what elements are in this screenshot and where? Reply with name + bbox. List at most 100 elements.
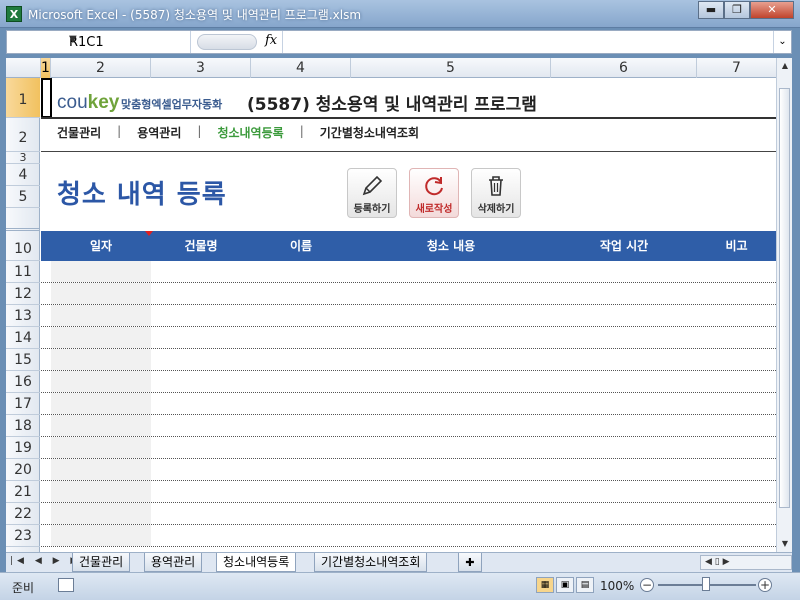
row-header[interactable]: 13 [6,305,40,327]
nav-item-buildings[interactable]: 건물관리 [41,124,117,146]
nav-item-services[interactable]: 용역관리 [121,124,197,146]
row-header[interactable]: 1 [6,78,40,118]
row-header[interactable]: 4 [6,164,40,186]
row-header[interactable]: 19 [6,437,40,459]
column-header[interactable]: 4 [251,58,351,78]
row-header[interactable]: 22 [6,503,40,525]
row-header[interactable]: 11 [6,261,40,283]
formula-bar: R1C1 ▼ fx ⌄ [6,30,792,54]
column-header[interactable]: 5 [351,58,551,78]
select-all-corner[interactable] [6,58,41,78]
normal-view-icon[interactable]: ▦ [536,577,554,593]
row-header[interactable]: 17 [6,393,40,415]
table-row[interactable] [41,371,776,393]
nav-item-period-lookup[interactable]: 기간별청소내역조회 [304,124,435,146]
sheet-tab-period-lookup[interactable]: 기간별청소내역조회 [314,553,428,572]
column-header[interactable]: 2 [51,58,151,78]
active-cell[interactable] [41,78,52,118]
name-box[interactable]: R1C1 ▼ [7,31,191,53]
table-row[interactable] [41,481,776,503]
sheet-tab-services[interactable]: 용역관리 [144,553,203,572]
row-header[interactable]: 3 [6,152,40,164]
row-header[interactable]: 20 [6,459,40,481]
close-button[interactable]: ✕ [750,1,794,19]
row-header[interactable]: 12 [6,283,40,305]
delete-button[interactable]: 삭제하기 [471,168,521,218]
restore-button[interactable]: ❐ [724,1,750,19]
delete-button-label: 삭제하기 [477,204,515,215]
column-note: 비고 [725,239,748,253]
column-header[interactable]: 6 [551,58,697,78]
row-header[interactable]: 15 [6,349,40,371]
row-header[interactable]: 18 [6,415,40,437]
register-button-label: 등록하기 [353,204,391,215]
insert-function-icon[interactable]: fx [265,33,277,48]
row-header[interactable]: 14 [6,327,40,349]
row-header[interactable]: 23 [6,525,40,547]
status-bar: 준비 ▦ ▣ ▤ 100% − + [0,572,800,600]
column-name: 이름 [289,239,313,253]
table-row[interactable] [41,525,776,547]
excel-app-icon[interactable]: X [6,6,22,22]
table-row[interactable] [41,437,776,459]
table-row[interactable] [41,349,776,371]
row-header[interactable]: 10 [6,231,40,261]
column-date: 일자 [89,239,113,253]
page-title: 청소 내역 등록 [57,180,227,210]
sheet-tab-buildings[interactable]: 건물관리 [72,553,131,572]
table-row[interactable] [41,283,776,305]
register-button[interactable]: 등록하기 [347,168,397,218]
zoom-level[interactable]: 100% [600,579,634,593]
brand-tagline: 맞춤형엑셀업무자동화 [121,98,223,111]
formula-cancel-confirm[interactable] [197,34,257,50]
coukey-logo: coukey [57,92,120,113]
table-row[interactable] [41,459,776,481]
formula-tools: fx [193,31,283,53]
table-row[interactable] [41,327,776,349]
minimize-button[interactable]: ▬ [698,1,724,19]
zoom-out-icon[interactable]: − [640,578,654,592]
page-break-view-icon[interactable]: ▤ [576,577,594,593]
scroll-thumb[interactable] [779,88,790,508]
table-row[interactable] [41,415,776,437]
scroll-down-icon[interactable]: ▼ [777,536,792,552]
cell-area[interactable]: coukey 맞춤형엑셀업무자동화 (5587) 청소용역 및 내역관리 프로그… [41,78,776,552]
table-row[interactable] [41,261,776,283]
insert-sheet-icon[interactable]: ✚ [458,553,482,572]
vertical-scrollbar[interactable]: ▲ ▼ [776,58,792,552]
nav-item-cleaning-register[interactable]: 청소내역등록 [201,124,299,146]
zoom-slider-thumb[interactable] [702,577,710,591]
window-title: Microsoft Excel - (5587) 청소용역 및 내역관리 프로그… [28,8,362,22]
column-header[interactable]: 7 [697,58,777,78]
formula-input[interactable] [285,31,773,53]
row-header[interactable]: 5 [6,186,40,208]
row-headers: 1 2 3 4 5 10 11 12 13 14 15 16 17 18 19 … [6,78,40,552]
column-header[interactable]: 3 [151,58,251,78]
table-row[interactable] [41,305,776,327]
new-button-label: 새로작성 [415,204,453,215]
page-layout-view-icon[interactable]: ▣ [556,577,574,593]
new-button[interactable]: 새로작성 [409,168,459,218]
table-row[interactable] [41,503,776,525]
trash-icon [489,176,503,196]
title-bar: X Microsoft Excel - (5587) 청소용역 및 내역관리 프… [0,0,800,28]
macro-record-icon[interactable] [58,578,74,592]
comment-indicator [145,231,153,236]
document-title: (5587) 청소용역 및 내역관리 프로그램 [247,95,537,115]
table-row[interactable] [41,393,776,415]
sheet-tabs-bar: |◀ ◀ ▶ ▶| 건물관리 용역관리 청소내역등록 기간별청소내역조회 ✚ ◀… [6,552,792,572]
sheet-tab-cleaning-register[interactable]: 청소내역등록 [216,553,297,572]
column-building: 건물명 [184,239,218,253]
zoom-in-icon[interactable]: + [758,578,772,592]
top-nav: 건물관리 | 용역관리 | 청소내역등록 | 기간별청소내역조회 [41,124,435,146]
row-header[interactable]: 21 [6,481,40,503]
chevron-down-icon[interactable]: ▼ [69,34,186,45]
row-header[interactable]: 16 [6,371,40,393]
row-header[interactable]: 2 [6,118,40,152]
scroll-up-icon[interactable]: ▲ [777,58,792,74]
column-header[interactable]: 1 [41,58,51,78]
window-controls: ▬ ❐ ✕ [698,1,794,19]
horizontal-scrollbar[interactable]: ◀ ▯ ▶ [700,555,792,570]
expand-formula-bar-icon[interactable]: ⌄ [773,31,791,53]
refresh-icon [425,177,443,196]
